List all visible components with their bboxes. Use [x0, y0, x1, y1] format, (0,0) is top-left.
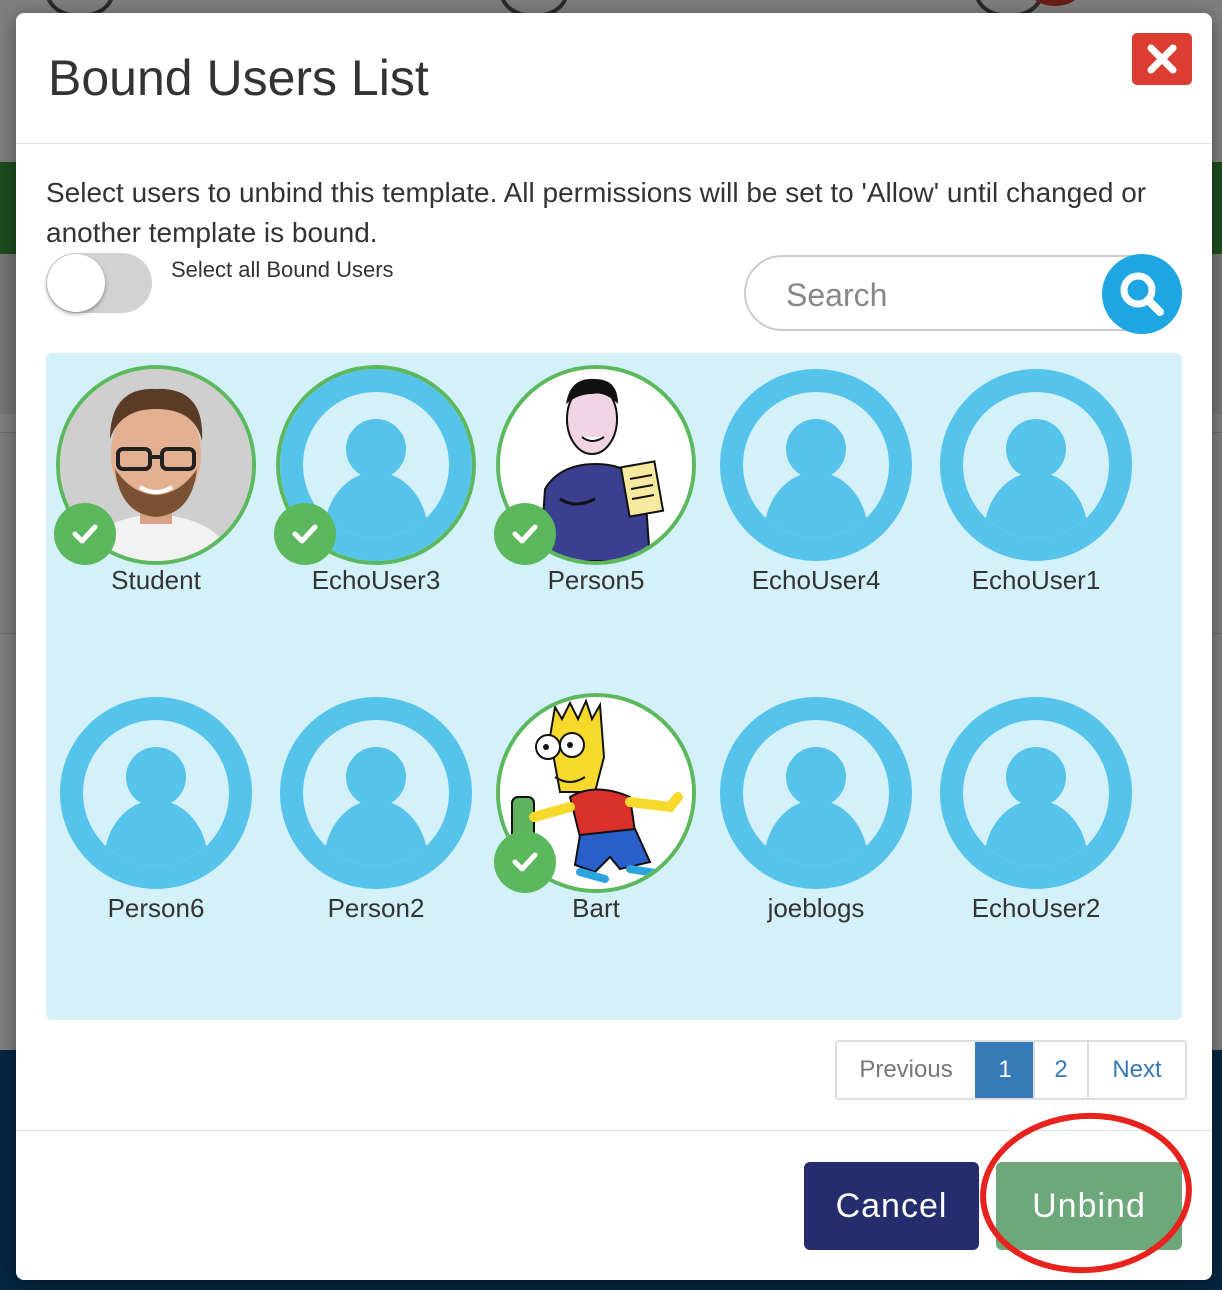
check-icon [512, 852, 538, 872]
check-icon [512, 524, 538, 544]
avatar [494, 365, 696, 565]
user-card[interactable]: EchoUser4 [716, 365, 916, 605]
default-user-icon [60, 697, 252, 889]
pagination-page-2[interactable]: 2 [1033, 1042, 1087, 1098]
user-name: Person2 [327, 893, 425, 923]
avatar [936, 365, 1136, 565]
modal-description: Select users to unbind this template. Al… [46, 177, 1147, 248]
pagination-page-1[interactable]: 1 [975, 1042, 1033, 1098]
user-card[interactable]: Person6 [56, 693, 256, 933]
default-user-icon [940, 369, 1132, 561]
user-card[interactable]: EchoUser3 [274, 365, 476, 605]
avatar [276, 693, 476, 893]
user-name: EchoUser3 [311, 565, 441, 595]
avatar [494, 693, 696, 893]
avatar [716, 693, 916, 893]
avatar [936, 693, 1136, 893]
select-all-label: Select all Bound Users [171, 257, 394, 282]
search-input[interactable] [784, 269, 1088, 321]
avatar [56, 693, 256, 893]
avatar [274, 365, 476, 565]
cancel-button[interactable]: Cancel [804, 1162, 979, 1250]
select-all-toggle[interactable] [46, 253, 152, 313]
check-icon [292, 524, 318, 544]
user-card[interactable]: Person2 [276, 693, 476, 933]
unbind-button[interactable]: Unbind [996, 1162, 1182, 1250]
avatar [54, 365, 256, 565]
pagination: Previous 1 2 Next [835, 1040, 1187, 1100]
user-name: Bart [572, 893, 620, 923]
avatar [716, 365, 916, 565]
modal-header: Bound Users List [16, 13, 1212, 144]
pagination-next[interactable]: Next [1087, 1042, 1185, 1098]
user-card[interactable]: Student [54, 365, 256, 605]
users-grid: Student EchoUser3 Person5 EchoUser4 Echo… [46, 353, 1182, 1020]
close-icon [1147, 44, 1177, 74]
default-user-icon [720, 697, 912, 889]
selected-check-badge [274, 503, 336, 565]
user-name: EchoUser1 [971, 565, 1101, 595]
user-card[interactable]: Person5 [494, 365, 696, 605]
selected-check-badge [494, 503, 556, 565]
user-card[interactable]: joeblogs [716, 693, 916, 933]
user-name: EchoUser4 [751, 565, 881, 595]
default-user-icon [940, 697, 1132, 889]
user-card[interactable]: Bart [494, 693, 696, 933]
pagination-previous[interactable]: Previous [837, 1042, 975, 1098]
default-user-icon [280, 697, 472, 889]
bound-users-modal: Bound Users List Select users to unbind … [16, 13, 1212, 1280]
close-button[interactable] [1132, 33, 1192, 85]
check-icon [72, 524, 98, 544]
user-name: joeblogs [767, 893, 865, 923]
user-name: Person5 [547, 565, 645, 595]
user-name: Student [111, 565, 201, 595]
search-button[interactable] [1102, 254, 1182, 334]
toggle-knob [47, 254, 105, 312]
user-card[interactable]: EchoUser1 [936, 365, 1136, 605]
search-icon [1120, 272, 1164, 316]
user-card[interactable]: EchoUser2 [936, 693, 1136, 933]
user-name: Person6 [107, 893, 205, 923]
selected-check-badge [54, 503, 116, 565]
user-name: EchoUser2 [971, 893, 1101, 923]
modal-title: Bound Users List [48, 50, 429, 106]
default-user-icon [720, 369, 912, 561]
selected-check-badge [494, 831, 556, 893]
